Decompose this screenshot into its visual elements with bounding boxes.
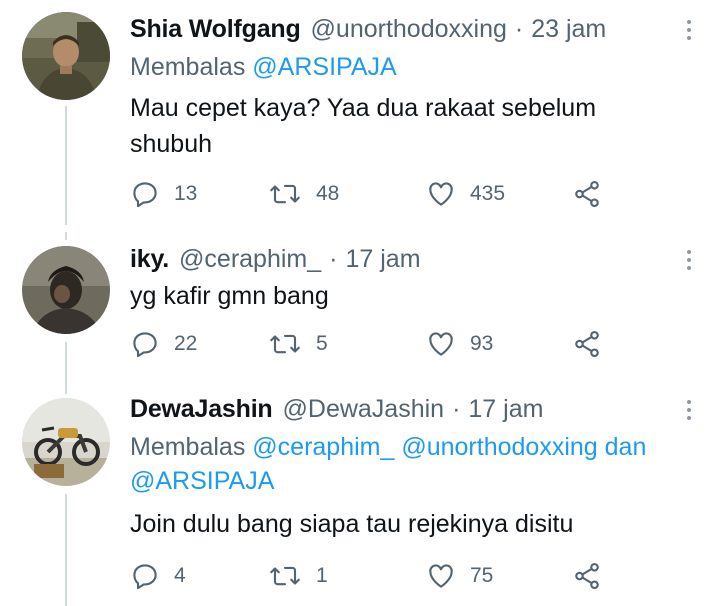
heart-icon: [429, 332, 453, 356]
retweet-button[interactable]: 1: [268, 556, 328, 596]
thread-line: [65, 380, 67, 394]
separator-dot: ·: [452, 395, 461, 423]
timestamp[interactable]: 23 jam: [531, 14, 606, 44]
tweet-header: iky. @ceraphim_ · 17 jam: [130, 244, 680, 274]
reply-count: 13: [174, 182, 198, 205]
retweet-count: 1: [316, 564, 328, 587]
tweet-header: DewaJashin @DewaJashin · 17 jam: [130, 394, 680, 424]
timestamp[interactable]: 17 jam: [345, 244, 420, 274]
replying-to-label: Membalas: [130, 433, 246, 461]
like-button[interactable]: 93: [426, 324, 493, 364]
avatar[interactable]: [22, 12, 110, 100]
retweet-count: 48: [316, 182, 340, 205]
more-icon: [687, 250, 691, 254]
like-count: 75: [470, 564, 494, 587]
reply-icon: [133, 332, 157, 358]
replying-to: Membalas @ARSIPAJA: [130, 50, 680, 84]
separator-dot: ·: [514, 15, 524, 43]
tweet-header: Shia Wolfgang @unorthodoxxing · 23 jam: [130, 14, 680, 44]
like-count: 93: [470, 332, 494, 355]
reply-button[interactable]: 22: [130, 324, 197, 364]
display-name[interactable]: DewaJashin: [130, 394, 273, 424]
thread-line: [65, 342, 67, 380]
reply-count: 4: [174, 564, 186, 587]
thread-line: [65, 106, 67, 225]
mention-link[interactable]: @ARSIPAJA: [130, 467, 274, 495]
thread-line: [65, 494, 67, 606]
tweet-text: yg kafir gmn bang: [130, 282, 329, 310]
mention-link[interactable]: @ceraphim_: [252, 433, 394, 461]
more-options-button[interactable]: [686, 400, 692, 424]
like-button[interactable]: 75: [426, 556, 493, 596]
share-button[interactable]: [572, 174, 602, 214]
avatar[interactable]: [22, 398, 110, 486]
reply-icon: [133, 564, 157, 590]
reply-button[interactable]: 13: [130, 174, 197, 214]
username[interactable]: @unorthodoxxing: [311, 14, 507, 44]
retweet-icon: [270, 184, 300, 204]
like-count: 435: [470, 182, 506, 205]
tweet-text: Join dulu bang siapa tau rejekinya disit…: [130, 510, 574, 538]
retweet-icon: [270, 334, 300, 354]
mention-link[interactable]: @ARSIPAJA: [252, 53, 396, 81]
more-icon: [687, 20, 691, 24]
heart-icon: [429, 182, 453, 206]
more-options-button[interactable]: [686, 20, 692, 44]
share-icon: [575, 180, 599, 208]
tweet-text: Mau cepet kaya? Yaa dua rakaat sebelum s…: [130, 94, 597, 158]
display-name[interactable]: iky.: [130, 244, 169, 274]
tweet[interactable]: Shia Wolfgang @unorthodoxxing · 23 jam M…: [0, 0, 720, 225]
heart-icon: [429, 564, 453, 588]
reply-count: 22: [174, 332, 198, 355]
retweet-button[interactable]: 48: [268, 174, 339, 214]
retweet-button[interactable]: 5: [268, 324, 328, 364]
more-icon: [687, 400, 691, 404]
replying-to-label: Membalas: [130, 53, 246, 81]
share-icon: [575, 330, 599, 358]
mention-link[interactable]: @unorthodoxxing: [401, 433, 597, 461]
replying-to-joiner[interactable]: dan: [605, 433, 647, 461]
tweet[interactable]: DewaJashin @DewaJashin · 17 jam Membalas…: [0, 380, 720, 606]
username[interactable]: @DewaJashin: [283, 394, 445, 424]
timestamp[interactable]: 17 jam: [468, 394, 543, 424]
avatar[interactable]: [22, 246, 110, 334]
reply-icon: [133, 182, 157, 208]
separator-dot: ·: [329, 245, 338, 273]
share-button[interactable]: [572, 556, 602, 596]
username[interactable]: @ceraphim_: [179, 244, 321, 274]
thread-line: [65, 232, 67, 240]
share-icon: [575, 562, 599, 590]
replying-to: Membalas @ceraphim_ @unorthodoxxing dan …: [130, 430, 690, 498]
like-button[interactable]: 435: [426, 174, 505, 214]
reply-button[interactable]: 4: [130, 556, 186, 596]
more-options-button[interactable]: [686, 250, 692, 274]
tweet[interactable]: iky. @ceraphim_ · 17 jam yg kafir gmn ba…: [0, 232, 720, 380]
retweet-count: 5: [316, 332, 328, 355]
retweet-icon: [270, 566, 300, 586]
display-name[interactable]: Shia Wolfgang: [130, 14, 301, 44]
share-button[interactable]: [572, 324, 602, 364]
